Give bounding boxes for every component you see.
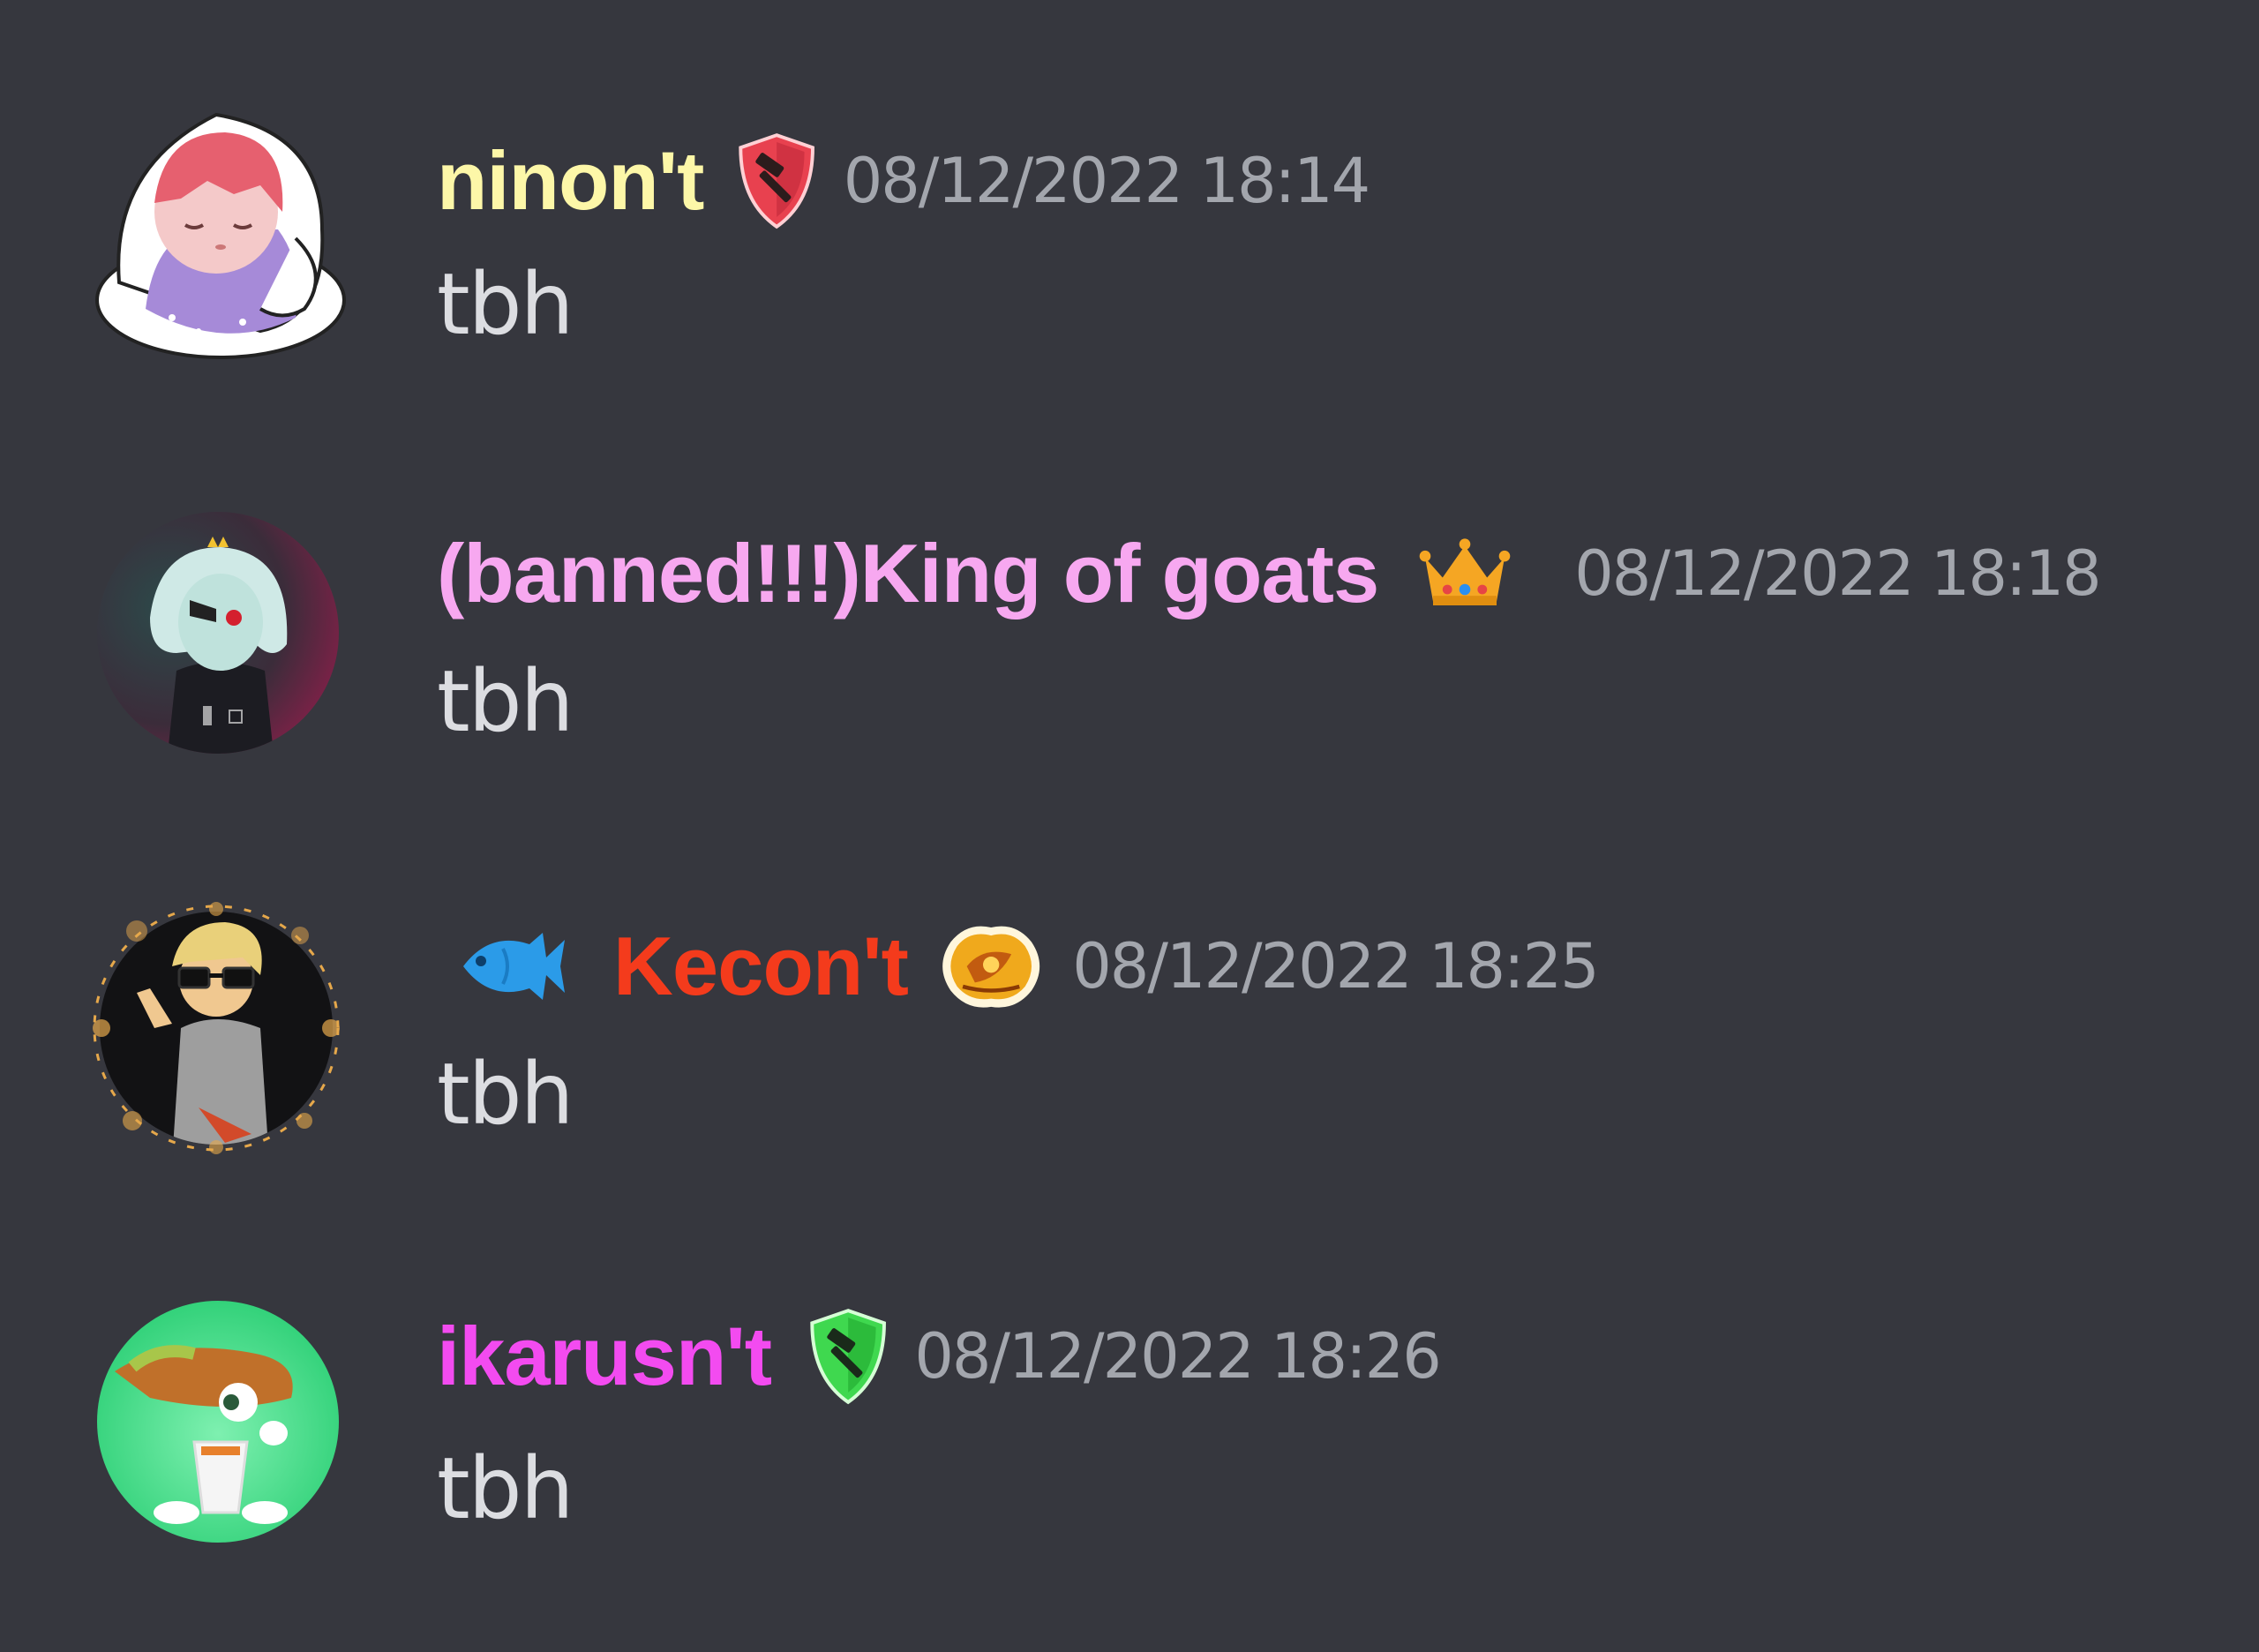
message-text: tbh [437,652,574,751]
avatar[interactable] [97,512,339,754]
message-header: (banned!!!)King of goats 08/12/2022 18:1… [437,521,2102,627]
message-item: (banned!!!)King of goats 08/12/2022 18:1… [0,494,2259,785]
avatar-blanket-girl-icon [95,112,346,359]
red-shield-hammer-icon [735,132,818,229]
avatar-green-mascot-icon [97,1301,339,1543]
timestamp: 08/12/2022 18:14 [843,145,1370,217]
timestamp: 08/12/2022 18:26 [914,1320,1441,1393]
username[interactable]: ikarusn't [437,1303,772,1409]
avatar[interactable] [84,97,357,371]
message-header: ikarusn't 08/12/2022 18:26 [437,1303,1442,1409]
fish-icon [454,922,569,1010]
timestamp: 08/12/2022 18:18 [1574,537,2101,610]
green-shield-hammer-icon [807,1308,889,1405]
username[interactable]: ninon't [437,128,704,234]
message-header: Kecon't 08/12/2022 18:25 [437,913,1600,1019]
avatar-pale-character-icon [97,512,339,754]
message-item: Kecon't 08/12/2022 18:25 tbh [0,887,2259,1178]
message-text: tbh [437,1045,574,1144]
username[interactable]: (banned!!!)King of goats [437,521,1379,627]
chat-log: ninon't 08/12/2022 18:14 tbh (banned!!!)… [0,0,2259,1652]
message-header: ninon't 08/12/2022 18:14 [437,128,1370,234]
gold-emblem-icon [934,918,1047,1015]
crown-icon [1417,534,1512,613]
avatar-glasses-character-icon [93,902,340,1154]
avatar[interactable] [97,1301,339,1543]
message-text: tbh [437,1439,574,1538]
timestamp: 08/12/2022 18:25 [1072,930,1599,1002]
message-item: ninon't 08/12/2022 18:14 tbh [0,97,2259,388]
username[interactable]: Kecon't [613,913,909,1019]
avatar[interactable] [84,896,349,1160]
message-text: tbh [437,255,574,354]
message-item: ikarusn't 08/12/2022 18:26 tbh [0,1281,2259,1573]
